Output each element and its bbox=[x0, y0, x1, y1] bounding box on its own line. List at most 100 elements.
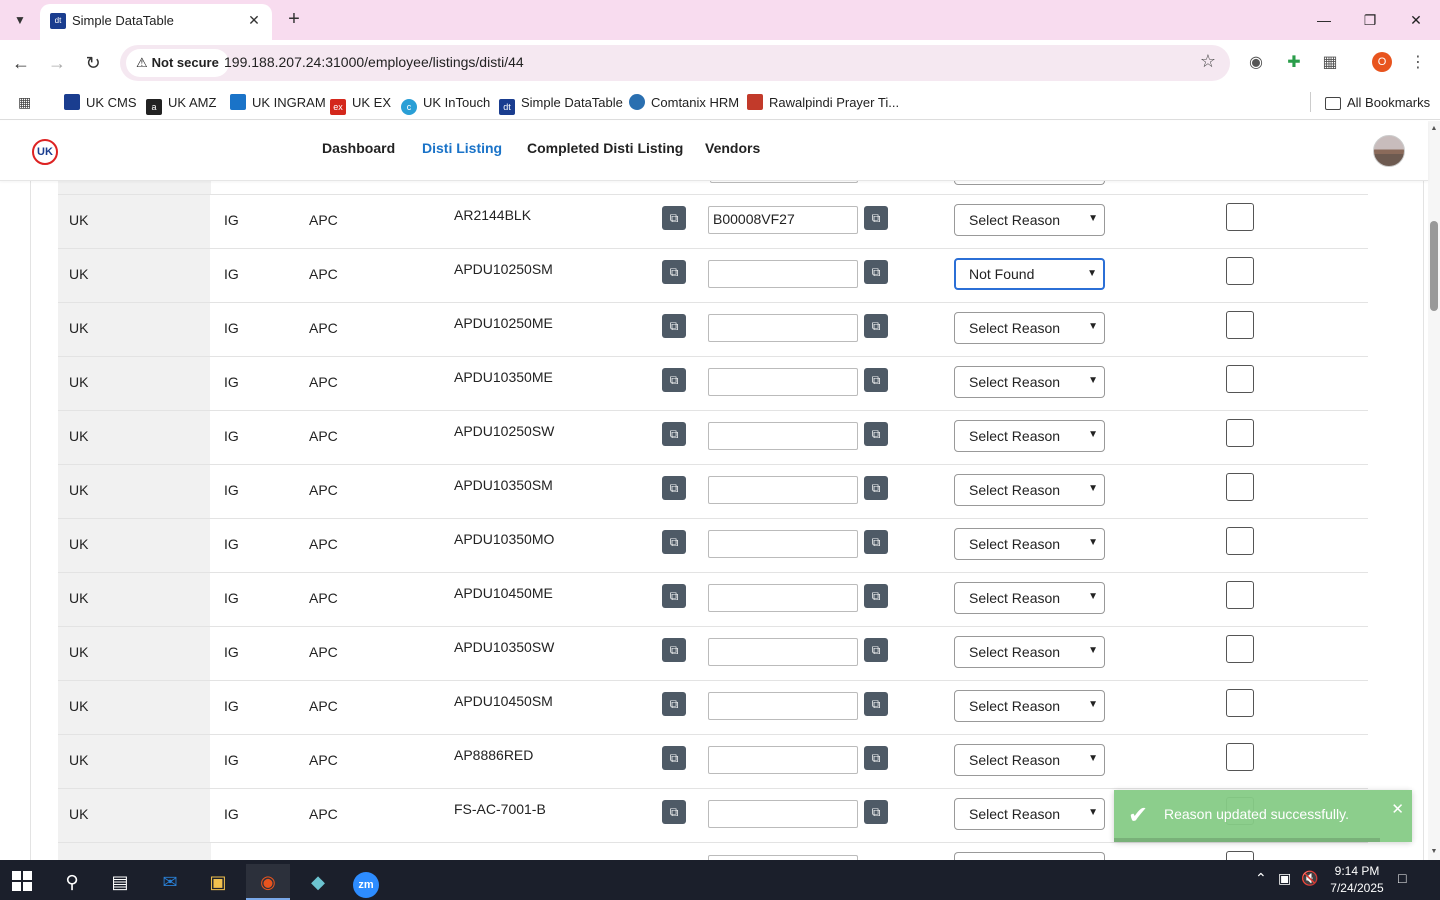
paste-asin-icon[interactable]: ⧉ bbox=[864, 260, 888, 284]
task-view-icon[interactable]: ▤ bbox=[98, 864, 142, 900]
row-checkbox[interactable] bbox=[1226, 689, 1254, 717]
user-avatar[interactable] bbox=[1373, 135, 1405, 167]
asin-input[interactable] bbox=[708, 800, 858, 828]
reason-select[interactable]: Select Reason ▼ bbox=[954, 204, 1105, 236]
volume-muted-icon[interactable]: 🔇 bbox=[1301, 870, 1318, 887]
url-text[interactable]: 199.188.207.24:31000/employee/listings/d… bbox=[224, 54, 524, 70]
paste-asin-icon[interactable]: ⧉ bbox=[864, 584, 888, 608]
profile-avatar[interactable]: O bbox=[1372, 52, 1392, 72]
file-explorer-icon[interactable]: ▣ bbox=[196, 864, 240, 900]
security-chip[interactable]: ⚠ Not secure bbox=[126, 49, 229, 77]
app-diamond-icon[interactable]: ◆ bbox=[296, 864, 340, 900]
asin-input[interactable] bbox=[708, 260, 858, 288]
copy-sku-icon[interactable]: ⧉ bbox=[662, 800, 686, 824]
row-checkbox[interactable] bbox=[1226, 581, 1254, 609]
reason-select[interactable]: Select Reason ▼ bbox=[954, 366, 1105, 398]
restore-window-icon[interactable]: ❐ bbox=[1356, 8, 1384, 32]
copy-sku-icon[interactable]: ⧉ bbox=[662, 206, 686, 230]
reason-select[interactable]: Select Reason ▼ bbox=[954, 312, 1105, 344]
scroll-down-arrow-icon[interactable]: ▼ bbox=[1428, 846, 1440, 858]
reason-select[interactable]: Select Reason ▼ bbox=[954, 528, 1105, 560]
reason-select[interactable]: Select Reason ▼ bbox=[954, 636, 1105, 668]
bookmark-star-icon[interactable]: ☆ bbox=[1200, 51, 1216, 72]
asin-input[interactable] bbox=[708, 530, 858, 558]
chrome-menu-icon[interactable]: ⋮ bbox=[1406, 51, 1430, 75]
tab-close-icon[interactable]: ✕ bbox=[244, 10, 264, 30]
chrome-taskbar-icon[interactable]: ◉ bbox=[246, 864, 290, 900]
reason-select[interactable]: Select Reason ▼ bbox=[954, 420, 1105, 452]
bookmark-uk-amz[interactable]: a UK AMZ bbox=[146, 93, 216, 115]
bookmark-uk-ex[interactable]: ex UK EX bbox=[330, 93, 391, 115]
page-scrollbar[interactable]: ▲ ▼ bbox=[1428, 121, 1440, 860]
notifications-icon[interactable]: □ bbox=[1398, 870, 1406, 886]
copy-sku-icon[interactable]: ⧉ bbox=[662, 314, 686, 338]
paste-asin-icon[interactable]: ⧉ bbox=[864, 476, 888, 500]
asin-input[interactable] bbox=[708, 584, 858, 612]
paste-asin-icon[interactable]: ⧉ bbox=[864, 746, 888, 770]
row-checkbox[interactable] bbox=[1226, 635, 1254, 663]
row-checkbox[interactable] bbox=[1226, 527, 1254, 555]
extensions-puzzle-icon[interactable]: ▦ bbox=[1318, 51, 1342, 75]
nav-disti-listing[interactable]: Disti Listing bbox=[422, 140, 502, 156]
tray-chevron-icon[interactable]: ⌃ bbox=[1255, 870, 1267, 887]
copy-sku-icon[interactable]: ⧉ bbox=[662, 746, 686, 770]
reason-select[interactable]: Select Reason ▼ bbox=[954, 474, 1105, 506]
bookmark-uk-ingram[interactable]: UK INGRAM bbox=[230, 93, 326, 113]
copy-sku-icon[interactable]: ⧉ bbox=[662, 368, 686, 392]
row-checkbox[interactable] bbox=[1226, 473, 1254, 501]
bookmark-comtanix-hrm[interactable]: Comtanix HRM bbox=[629, 93, 739, 113]
windows-start-icon[interactable] bbox=[12, 871, 32, 891]
copy-sku-icon[interactable]: ⧉ bbox=[662, 422, 686, 446]
extension-puzzle-green-icon[interactable]: ✚ bbox=[1282, 51, 1306, 75]
scroll-up-arrow-icon[interactable]: ▲ bbox=[1428, 123, 1440, 135]
row-checkbox[interactable] bbox=[1226, 365, 1254, 393]
paste-asin-icon[interactable]: ⧉ bbox=[864, 800, 888, 824]
asin-input[interactable] bbox=[708, 746, 858, 774]
new-tab-plus-icon[interactable]: + bbox=[282, 8, 306, 32]
search-icon[interactable]: ⚲ bbox=[50, 864, 94, 900]
paste-asin-icon[interactable]: ⧉ bbox=[864, 530, 888, 554]
taskbar-clock[interactable]: 9:14 PM 7/24/2025 bbox=[1322, 863, 1392, 897]
paste-asin-icon[interactable]: ⧉ bbox=[864, 638, 888, 662]
outlook-icon[interactable]: ✉ bbox=[148, 864, 192, 900]
paste-asin-icon[interactable]: ⧉ bbox=[864, 692, 888, 716]
close-window-icon[interactable]: ✕ bbox=[1402, 8, 1430, 32]
browser-tab[interactable]: dt Simple DataTable ✕ bbox=[40, 4, 272, 40]
zoom-icon[interactable]: zm bbox=[344, 864, 388, 900]
copy-sku-icon[interactable]: ⧉ bbox=[662, 692, 686, 716]
asin-input[interactable] bbox=[708, 638, 858, 666]
toast-close-icon[interactable]: ✕ bbox=[1391, 800, 1404, 818]
row-checkbox[interactable] bbox=[1226, 743, 1254, 771]
reason-select[interactable]: Select Reason ▼ bbox=[954, 744, 1105, 776]
row-checkbox[interactable] bbox=[1226, 419, 1254, 447]
reason-select-partial[interactable] bbox=[954, 181, 1105, 185]
bookmark-uk-cms[interactable]: UK CMS bbox=[64, 93, 137, 113]
asin-input[interactable] bbox=[708, 692, 858, 720]
scrollbar-thumb[interactable] bbox=[1430, 221, 1438, 311]
paste-asin-icon[interactable]: ⧉ bbox=[864, 368, 888, 392]
asin-input[interactable] bbox=[708, 422, 858, 450]
nav-completed-disti-listing[interactable]: Completed Disti Listing bbox=[527, 140, 683, 156]
uk-logo[interactable]: UK bbox=[32, 139, 58, 165]
asin-input[interactable]: B00008VF27 bbox=[708, 206, 858, 234]
address-bar[interactable]: ⚠ Not secure 199.188.207.24:31000/employe… bbox=[120, 45, 1230, 81]
bookmark-simple-datatable[interactable]: dt Simple DataTable bbox=[499, 93, 623, 115]
reason-select[interactable]: Select Reason ▼ bbox=[954, 582, 1105, 614]
copy-sku-icon[interactable]: ⧉ bbox=[662, 584, 686, 608]
row-checkbox-partial-bottom[interactable] bbox=[1226, 851, 1254, 860]
reason-select[interactable]: Select Reason ▼ bbox=[954, 690, 1105, 722]
network-icon[interactable]: ▣ bbox=[1278, 870, 1291, 887]
translate-globe-icon[interactable]: ◉ bbox=[1244, 51, 1268, 75]
copy-sku-icon[interactable]: ⧉ bbox=[662, 638, 686, 662]
all-bookmarks[interactable]: All Bookmarks bbox=[1325, 93, 1430, 113]
row-checkbox[interactable] bbox=[1226, 311, 1254, 339]
minimize-window-icon[interactable]: — bbox=[1310, 8, 1338, 32]
asin-input-partial[interactable] bbox=[710, 181, 858, 183]
nav-vendors[interactable]: Vendors bbox=[705, 140, 760, 156]
forward-arrow-icon[interactable]: → bbox=[44, 50, 70, 76]
paste-asin-icon[interactable]: ⧉ bbox=[864, 314, 888, 338]
reason-select[interactable]: Select Reason ▼ bbox=[954, 798, 1105, 830]
asin-input[interactable] bbox=[708, 368, 858, 396]
back-arrow-icon[interactable]: ← bbox=[8, 50, 34, 76]
reload-icon[interactable]: ↻ bbox=[80, 50, 106, 76]
